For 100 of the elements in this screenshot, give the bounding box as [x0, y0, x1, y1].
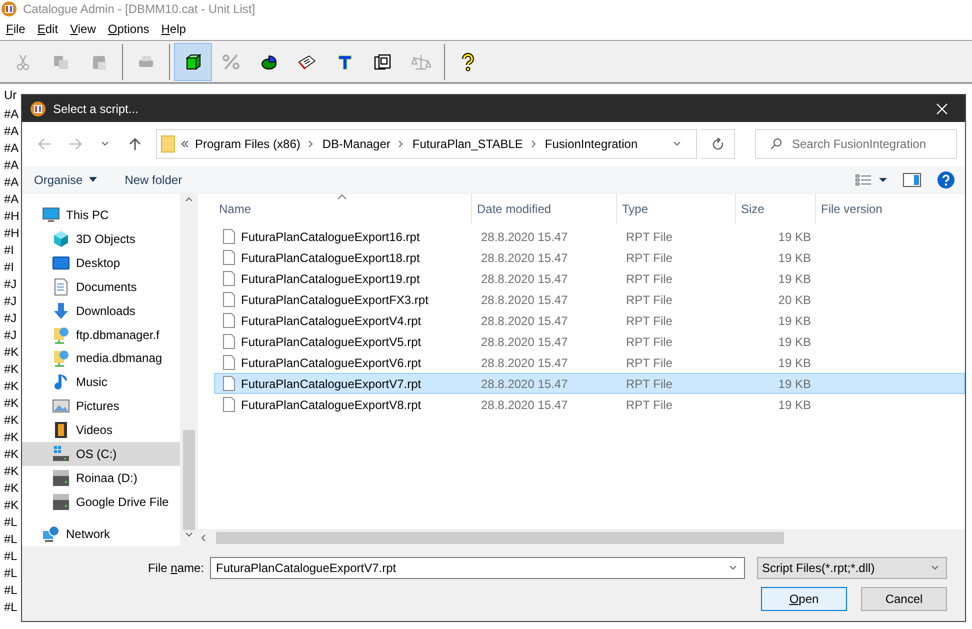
type-cell-text: RPT File — [625, 250, 674, 266]
file-row[interactable]: FuturaPlanCatalogueExportFX3.rpt 28.8.2020 15.47 RPT File 20 KB — [214, 289, 965, 310]
toolbar-command[interactable]: New folder — [124, 172, 182, 186]
double-chevron-icon — [181, 140, 189, 148]
scrollbar-thumb[interactable] — [182, 430, 194, 530]
file-name-label: File name: — [148, 561, 204, 575]
size-cell-text: 19 KB — [777, 228, 812, 246]
breadcrumb-item[interactable]: FuturaPlan_STABLE — [412, 137, 523, 151]
file-name: FuturaPlanCatalogueExport18.rpt — [241, 250, 420, 264]
menu-item[interactable]: Edit — [31, 22, 64, 36]
file-row[interactable]: FuturaPlanCatalogueExportV5.rpt 28.8.2020 15.47 RPT File 19 KB — [214, 331, 965, 352]
file-row[interactable]: FuturaPlanCatalogueExportV8.rpt 28.8.2020 15.47 RPT File 19 KB — [214, 394, 965, 415]
date-cell-text: 28.8.2020 15.47 — [480, 228, 569, 246]
drive-icon — [52, 493, 70, 512]
column-header[interactable]: Size — [736, 194, 816, 224]
navigation-item[interactable]: OS (C:) — [22, 442, 180, 466]
file-name-field[interactable]: FuturaPlanCatalogueExportV7.rpt — [210, 557, 745, 579]
size-cell-text: 19 KB — [777, 376, 812, 392]
file-type-dropdown[interactable]: Script Files(*.rpt;*.dll) — [757, 557, 947, 579]
navigation-item[interactable]: Roinaa (D:) — [22, 466, 180, 490]
frames-icon — [373, 52, 393, 72]
navigation-item[interactable]: Desktop — [22, 250, 180, 275]
breadcrumb-item[interactable]: FusionIntegration — [544, 137, 638, 151]
window-title: Catalogue Admin - [DBMM10.cat - Unit List] — [23, 2, 256, 16]
type-cell-text: RPT File — [625, 228, 674, 246]
desktop-icon — [52, 254, 70, 272]
menu-item[interactable]: View — [64, 22, 102, 36]
toolbar-button[interactable] — [174, 42, 212, 80]
menu-item[interactable]: Options — [102, 22, 156, 36]
menu-item[interactable]: File — [0, 22, 32, 36]
navigation-item[interactable]: 3D Objects — [22, 226, 180, 251]
file-name: FuturaPlanCatalogueExportV4.rpt — [241, 314, 422, 328]
app-icon — [30, 100, 46, 116]
navigation-item[interactable]: Google Drive File — [22, 490, 180, 514]
breadcrumb-item[interactable]: Program Files (x86) — [195, 137, 300, 151]
sort-caret-icon — [337, 194, 347, 200]
file-row[interactable]: FuturaPlanCatalogueExportV4.rpt 28.8.2020 15.47 RPT File 19 KB — [214, 310, 965, 331]
search-field[interactable]: Search FusionIntegration — [755, 129, 957, 159]
dialog-button[interactable]: Cancel — [861, 587, 947, 611]
menu-item[interactable]: Help — [155, 22, 192, 36]
picture-icon — [52, 397, 70, 416]
type-cell-text: RPT File — [625, 334, 674, 350]
scrollbar-thumb[interactable] — [216, 532, 784, 544]
file-icon — [223, 376, 235, 391]
horizontal-scrollbar[interactable] — [198, 529, 965, 546]
drive-icon — [52, 469, 70, 488]
date-cell-text: 28.8.2020 15.47 — [480, 376, 569, 392]
file-icon — [223, 397, 235, 412]
column-header[interactable]: File version — [816, 194, 972, 224]
navigation-item[interactable]: Documents — [22, 274, 180, 299]
dialog-title: Select a script... — [53, 102, 140, 116]
refresh-button[interactable] — [701, 129, 735, 159]
navigation-item[interactable]: This PC — [22, 203, 180, 227]
file-row[interactable]: FuturaPlanCatalogueExport16.rpt 28.8.2020 15.47 RPT File 19 KB — [214, 226, 965, 247]
toolbar-command[interactable]: Organise — [34, 172, 97, 186]
network-folder-icon — [52, 349, 70, 368]
size-cell-text: 20 KB — [777, 292, 812, 308]
navigation-item[interactable]: media.dbmanag — [22, 346, 180, 370]
navigation-item[interactable]: Downloads — [22, 298, 180, 323]
dialog-button[interactable]: Open — [761, 587, 847, 611]
file-row[interactable]: FuturaPlanCatalogueExport19.rpt 28.8.2020 15.47 RPT File 19 KB — [214, 268, 965, 289]
address-bar[interactable]: Program Files (x86) DB-Manager FuturaPlan_STABLE FusionIntegration — [156, 129, 697, 159]
column-header: Ur — [4, 88, 18, 104]
column-header[interactable]: Type — [617, 194, 736, 224]
type-cell-text: RPT File — [625, 270, 674, 288]
monitor-icon — [42, 206, 60, 224]
size-cell-text: 19 KB — [777, 396, 812, 414]
navigation-item[interactable]: Pictures — [22, 394, 180, 418]
preview-pane-icon — [903, 172, 921, 186]
refresh-icon — [712, 138, 724, 150]
type-cell-text: RPT File — [625, 312, 674, 330]
forward-arrow-icon — [68, 138, 82, 150]
drive-icon — [52, 445, 70, 464]
back-arrow-icon — [38, 138, 52, 150]
date-cell-text: 28.8.2020 15.47 — [480, 334, 569, 350]
navigation-item[interactable]: ftp.dbmanager.f — [22, 322, 180, 347]
column-header[interactable]: Date modified — [472, 194, 617, 224]
percent-icon — [221, 52, 241, 72]
type-cell-text: RPT File — [625, 354, 674, 372]
breadcrumb-item[interactable]: DB-Manager — [322, 137, 390, 151]
column-header[interactable]: Name — [214, 194, 472, 224]
scrollbar[interactable] — [180, 194, 197, 546]
file-row[interactable]: FuturaPlanCatalogueExport18.rpt 28.8.2020 15.47 RPT File 19 KB — [214, 247, 965, 268]
navigation-item[interactable]: Videos — [22, 418, 180, 442]
date-cell-text: 28.8.2020 15.47 — [480, 312, 569, 330]
file-row[interactable]: FuturaPlanCatalogueExportV6.rpt 28.8.2020 15.47 RPT File 19 KB — [214, 352, 965, 373]
search-icon — [770, 138, 782, 150]
file-row[interactable]: FuturaPlanCatalogueExportV7.rpt 28.8.2020 15.47 RPT File 19 KB — [214, 373, 965, 394]
navigation-item[interactable]: Network — [22, 522, 180, 546]
size-cell-text: 19 KB — [777, 334, 812, 350]
up-arrow-icon — [129, 137, 141, 151]
date-cell-text: 28.8.2020 15.47 — [480, 292, 569, 308]
file-icon — [223, 334, 235, 349]
size-cell-text: 19 KB — [777, 312, 812, 330]
size-cell-text: 19 KB — [777, 354, 812, 372]
navigation-item[interactable]: Music — [22, 370, 180, 394]
file-icon — [223, 229, 235, 244]
file-name: FuturaPlanCatalogueExportV5.rpt — [241, 334, 422, 348]
close-icon — [936, 102, 948, 114]
file-icon — [223, 292, 235, 307]
